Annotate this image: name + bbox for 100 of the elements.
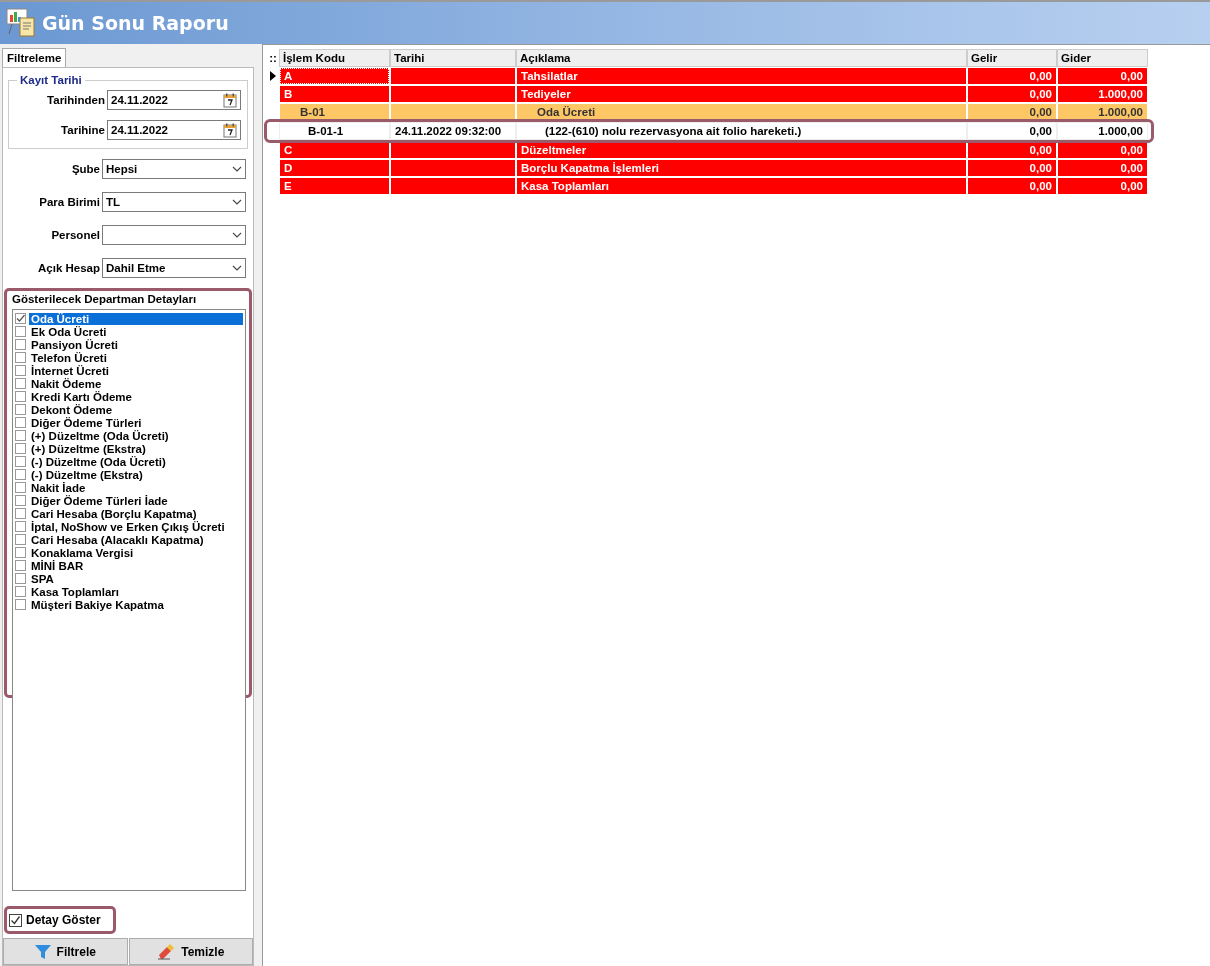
list-item[interactable]: (+) Düzeltme (Oda Ücreti) [29, 429, 243, 442]
table-cell: 0,00 [967, 67, 1057, 85]
column-header[interactable]: Açıklama [516, 49, 967, 67]
checkbox[interactable] [15, 534, 26, 545]
table-cell: 24.11.2022 09:32:00 [390, 122, 516, 140]
funnel-icon [34, 944, 51, 959]
table-cell: 0,00 [967, 85, 1057, 103]
list-item[interactable]: Ek Oda Ücreti [29, 325, 243, 338]
checkbox[interactable] [15, 378, 26, 389]
field-label: Para Birimi [39, 196, 100, 208]
checkbox[interactable] [15, 586, 26, 597]
list-item[interactable]: Nakit Ödeme [29, 377, 243, 390]
dropdown[interactable]: Hepsi [102, 159, 246, 179]
chevron-down-icon[interactable] [232, 199, 242, 205]
row-pointer-icon [270, 71, 276, 81]
table-cell: 0,00 [967, 159, 1057, 177]
table-cell: Kasa Toplamları [516, 177, 967, 195]
list-item[interactable]: Müşteri Bakiye Kapatma [29, 598, 243, 611]
list-item[interactable]: MİNİ BAR [29, 559, 243, 572]
list-title: Gösterilecek Departman Detayları [12, 293, 198, 305]
table-cell: Borçlu Kapatma İşlemleri [516, 159, 967, 177]
checkbox[interactable] [15, 339, 26, 350]
list-item[interactable]: Oda Ücreti [29, 312, 243, 325]
field-label: Tarihine [61, 124, 105, 136]
table-cell: D [279, 159, 390, 177]
date-field[interactable]: 24.11.2022 [107, 90, 241, 110]
table-cell: Tahsilatlar [516, 67, 967, 85]
table-cell: B-01-1 [279, 122, 390, 140]
table-cell: 0,00 [1057, 67, 1148, 85]
checkbox[interactable] [15, 326, 26, 337]
field-label: Açık Hesap [38, 262, 100, 274]
checkbox[interactable] [15, 404, 26, 415]
checkbox[interactable] [15, 560, 26, 571]
table-cell: A [279, 67, 390, 85]
list-item[interactable]: Kasa Toplamları [29, 585, 243, 598]
list-item[interactable]: Telefon Ücreti [29, 351, 243, 364]
checkbox[interactable] [15, 430, 26, 441]
table-cell: (122-(610) nolu rezervasyona ait folio hareketi.) [516, 122, 967, 140]
table-cell: B [279, 85, 390, 103]
list-item[interactable]: Nakit İade [29, 481, 243, 494]
list-item[interactable]: Cari Hesaba (Borçlu Kapatma) [29, 507, 243, 520]
list-item[interactable]: Konaklama Vergisi [29, 546, 243, 559]
list-item[interactable]: (-) Düzeltme (Ekstra) [29, 468, 243, 481]
dropdown[interactable] [102, 225, 246, 245]
table-cell: 1.000,00 [1057, 122, 1148, 140]
list-item[interactable]: (-) Düzeltme (Oda Ücreti) [29, 455, 243, 468]
list-item[interactable]: Pansiyon Ücreti [29, 338, 243, 351]
dropdown[interactable]: Dahil Etme [102, 258, 246, 278]
table-cell: 0,00 [1057, 159, 1148, 177]
calendar-icon[interactable] [223, 92, 237, 108]
table-cell: 0,00 [1057, 177, 1148, 195]
clear-button[interactable]: Temizle [128, 938, 253, 965]
date-field[interactable]: 24.11.2022 [107, 120, 241, 140]
column-header[interactable]: Tarihi [390, 49, 516, 67]
eraser-icon [157, 943, 176, 960]
checkbox[interactable] [15, 495, 26, 506]
checkbox[interactable] [15, 313, 26, 324]
checkbox[interactable] [15, 508, 26, 519]
field-label: Tarihinden [47, 94, 105, 106]
table-cell: 0,00 [967, 177, 1057, 195]
list-item[interactable]: Diğer Ödeme Türleri [29, 416, 243, 429]
list-item[interactable]: Cari Hesaba (Alacaklı Kapatma) [29, 533, 243, 546]
list-item[interactable]: Kredi Kartı Ödeme [29, 390, 243, 403]
column-header[interactable]: İşlem Kodu [279, 49, 390, 67]
checkbox[interactable] [15, 573, 26, 584]
list-item[interactable]: İptal, NoShow ve Erken Çıkış Ücreti [29, 520, 243, 533]
checkbox[interactable] [15, 521, 26, 532]
checkbox[interactable] [15, 547, 26, 558]
presentation-board-icon [6, 6, 36, 40]
chevron-down-icon[interactable] [232, 265, 242, 271]
table-cell: 1.000,00 [1057, 85, 1148, 103]
chevron-down-icon[interactable] [232, 166, 242, 172]
list-item[interactable]: Diğer Ödeme Türleri İade [29, 494, 243, 507]
checkbox[interactable] [9, 913, 22, 927]
checkbox[interactable] [15, 365, 26, 376]
group-title: Kayıt Tarihi [19, 74, 83, 86]
checkbox[interactable] [15, 391, 26, 402]
field-label: Personel [51, 229, 100, 241]
chevron-down-icon[interactable] [232, 232, 242, 238]
column-header[interactable]: Gelir [967, 49, 1057, 67]
checkbox[interactable] [15, 599, 26, 610]
list-item[interactable]: İnternet Ücreti [29, 364, 243, 377]
checkbox[interactable] [15, 443, 26, 454]
window-title: Gün Sonu Raporu [42, 12, 229, 34]
column-header[interactable]: Gider [1057, 49, 1148, 67]
checkbox[interactable] [15, 482, 26, 493]
filter-button[interactable]: Filtrele [3, 938, 128, 965]
dropdown[interactable]: TL [102, 192, 246, 212]
checkbox[interactable] [15, 417, 26, 428]
checkbox[interactable] [15, 469, 26, 480]
table-cell: E [279, 177, 390, 195]
table-cell: 0,00 [967, 122, 1057, 140]
list-item[interactable]: Dekont Ödeme [29, 403, 243, 416]
checkbox[interactable] [15, 352, 26, 363]
checkbox[interactable] [15, 456, 26, 467]
calendar-icon[interactable] [223, 122, 237, 138]
list-item[interactable]: (+) Düzeltme (Ekstra) [29, 442, 243, 455]
filter-tab[interactable]: Filtreleme [2, 48, 67, 67]
grip-handle[interactable]: :: [267, 49, 279, 67]
list-item[interactable]: SPA [29, 572, 243, 585]
